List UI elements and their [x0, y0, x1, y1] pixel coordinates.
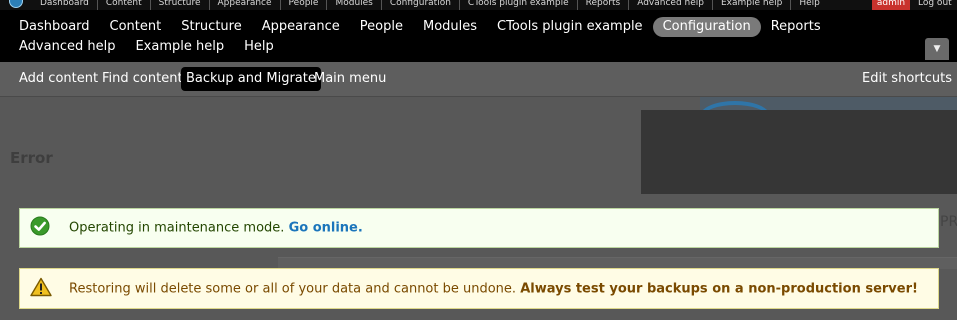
chevron-down-icon: ▼	[933, 44, 941, 54]
go-online-link[interactable]: Go online.	[289, 221, 363, 236]
admin-menu-item[interactable]: Example help	[711, 0, 790, 10]
shortcut-backup-and-migrate[interactable]: Backup and Migrate	[181, 67, 321, 91]
check-circle-icon	[30, 216, 50, 240]
toolbar-item-advanced-help[interactable]: Advanced help	[9, 37, 125, 57]
toolbar-item-configuration[interactable]: Configuration	[652, 17, 761, 37]
admin-menu-item[interactable]: Structure	[149, 0, 209, 10]
toolbar-item-structure[interactable]: Structure	[171, 17, 251, 37]
toolbar-item-help[interactable]: Help	[234, 37, 284, 57]
status-message-text: Operating in maintenance mode. Go online…	[69, 220, 363, 236]
admin-menu-item[interactable]: Reports	[576, 0, 629, 10]
header-panel	[641, 110, 957, 194]
admin-menu-bar: Dashboard Content Structure Appearance P…	[0, 0, 957, 10]
toolbar-item-example-help[interactable]: Example help	[125, 37, 234, 57]
admin-user-badge[interactable]: admin	[872, 0, 910, 10]
toolbar-drawer-toggle[interactable]: ▼	[925, 38, 949, 60]
toolbar-item-content[interactable]: Content	[100, 17, 172, 37]
admin-menu-item[interactable]: Dashboard	[32, 0, 97, 10]
warning-triangle-icon	[30, 277, 52, 301]
warning-message-text: Restoring will delete some or all of you…	[69, 281, 918, 296]
admin-menu-item[interactable]: Configuration	[380, 0, 459, 10]
shortcut-find-content[interactable]: Find content	[97, 67, 188, 91]
toolbar-item-ctools-plugin-example[interactable]: CTools plugin example	[487, 17, 653, 37]
admin-menu-item[interactable]: CTools plugin example	[458, 0, 577, 10]
page-title: Error	[10, 149, 53, 167]
sidebar-text: PR	[940, 214, 957, 230]
admin-menu-item[interactable]: Content	[96, 0, 150, 10]
warning-message: Restoring will delete some or all of you…	[19, 268, 939, 309]
warning-emphasis: Always test your backups on a non-produc…	[520, 281, 918, 296]
shortcut-add-content[interactable]: Add content	[14, 67, 103, 91]
toolbar: Dashboard Content Structure Appearance P…	[0, 10, 957, 62]
admin-menu-item[interactable]: Appearance	[208, 0, 280, 10]
toolbar-item-modules[interactable]: Modules	[413, 17, 487, 37]
edit-shortcuts-link[interactable]: Edit shortcuts	[857, 67, 957, 91]
admin-menu-item[interactable]: Advanced help	[628, 0, 712, 10]
shortcut-main-menu[interactable]: Main menu	[309, 67, 391, 91]
toolbar-menu: Dashboard Content Structure Appearance P…	[9, 17, 909, 57]
logout-link[interactable]: Log out	[918, 0, 952, 10]
toolbar-item-people[interactable]: People	[350, 17, 413, 37]
drupal-logo-icon[interactable]	[9, 0, 23, 8]
toolbar-item-appearance[interactable]: Appearance	[252, 17, 350, 37]
admin-menu-item[interactable]: Help	[790, 0, 828, 10]
admin-menu-item[interactable]: Modules	[326, 0, 380, 10]
toolbar-item-reports[interactable]: Reports	[761, 17, 831, 37]
status-message: Operating in maintenance mode. Go online…	[19, 208, 939, 248]
shortcuts-bar: Add content Find content Backup and Migr…	[0, 62, 957, 97]
admin-menu-items: Dashboard Content Structure Appearance P…	[32, 0, 828, 10]
site-banner-image	[700, 97, 957, 110]
admin-menu-item[interactable]: People	[279, 0, 327, 10]
toolbar-item-dashboard[interactable]: Dashboard	[9, 17, 100, 37]
